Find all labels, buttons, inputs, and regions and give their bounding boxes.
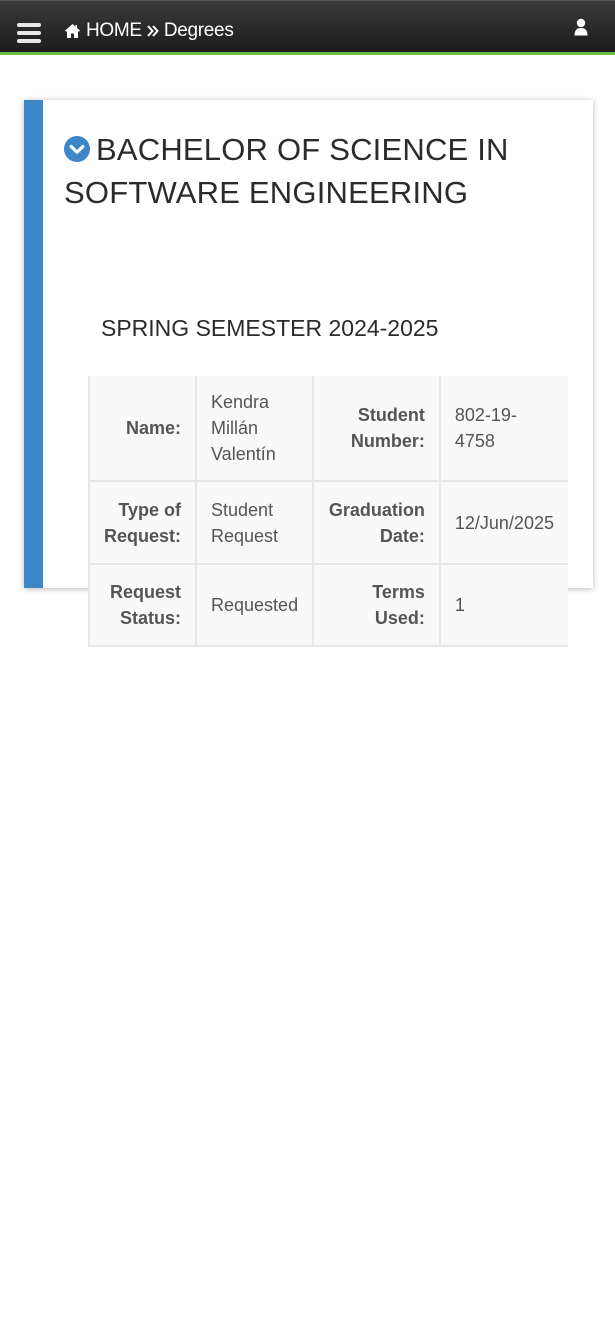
table-row: Name: Kendra Millán Valentín Student Num… [87,376,568,482]
breadcrumb-home-link[interactable]: HOME [64,20,142,42]
graduation-date-label: Graduation Date: [312,481,440,565]
table-row: Type of Request: Student Request Graduat… [87,481,568,565]
degree-card: BACHELOR OF SCIENCE IN SOFTWARE ENGINEER… [24,100,593,647]
table-row: Request Status: Requested Terms Used: 1 [87,564,568,647]
degree-details-table: Name: Kendra Millán Valentín Student Num… [87,376,568,647]
breadcrumb-current: Degrees [163,20,234,41]
terms-used-value: 1 [438,564,568,647]
double-chevron-right-icon [147,25,159,37]
student-number-value: 802-19-4758 [438,376,568,482]
menu-icon[interactable] [17,23,43,47]
request-status-label: Request Status: [87,564,197,647]
request-type-label: Type of Request: [87,481,197,565]
breadcrumb-home-label: HOME [86,20,142,41]
breadcrumb: HOME Degrees [64,20,234,42]
request-type-value: Student Request [195,481,314,565]
terms-used-label: Terms Used: [312,564,440,647]
student-number-label: Student Number: [312,376,440,482]
home-icon [65,24,80,38]
top-navbar: HOME Degrees [0,0,615,55]
graduation-date-value: 12/Jun/2025 [438,481,568,565]
name-label: Name: [87,376,197,482]
degree-title: BACHELOR OF SCIENCE IN SOFTWARE ENGINEER… [64,132,509,210]
name-value: Kendra Millán Valentín [195,376,314,482]
semester-subtitle: SPRING SEMESTER 2024-2025 [101,315,439,341]
chevron-circle-down-icon[interactable] [64,136,90,162]
user-icon[interactable] [573,18,589,36]
request-status-value: Requested [195,564,314,647]
degree-title-heading: BACHELOR OF SCIENCE IN SOFTWARE ENGINEER… [64,128,584,214]
